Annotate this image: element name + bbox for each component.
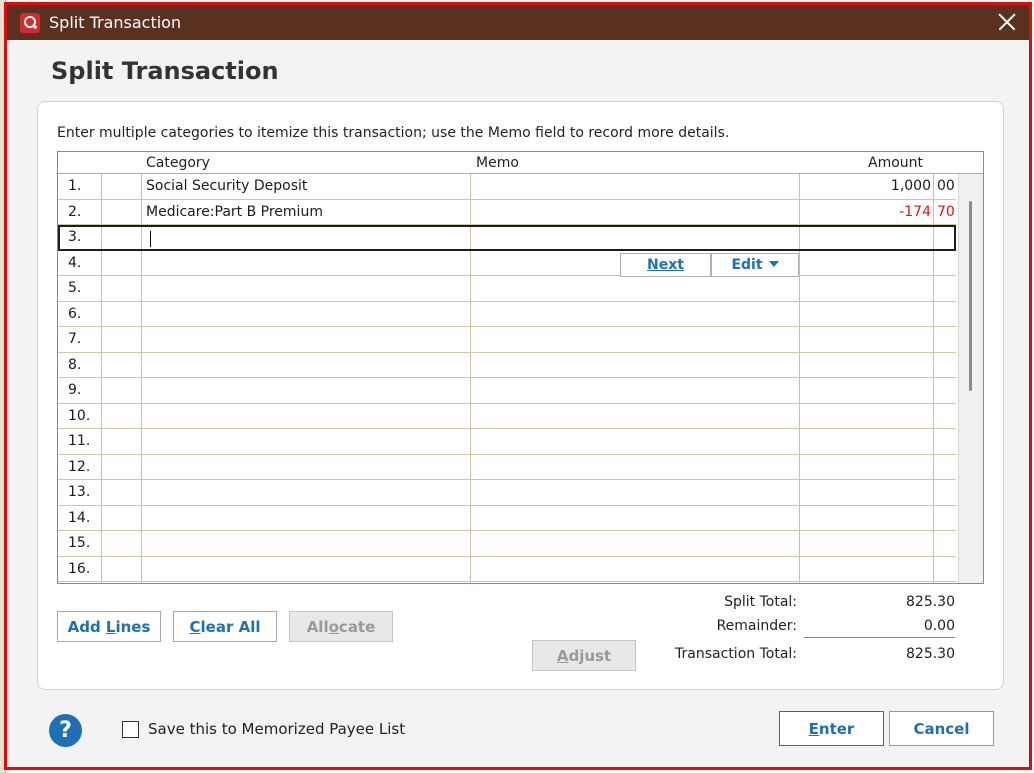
close-icon[interactable]	[994, 9, 1020, 35]
enter-button[interactable]: Enter	[779, 711, 884, 746]
split-transaction-window: Split Transaction Split Transaction Ente…	[4, 2, 1032, 770]
table-row[interactable]: 11.	[58, 429, 956, 455]
row-number: 10.	[68, 407, 91, 424]
table-row[interactable]: 10.	[58, 404, 956, 429]
edit-label: Edit	[731, 257, 763, 273]
text-caret	[150, 231, 151, 247]
clear-all-button[interactable]: Clear All	[173, 611, 277, 642]
table-row[interactable]: 16.	[58, 557, 956, 582]
split-grid: Category Memo Amount 1. Social Security D…	[57, 151, 984, 584]
table-row[interactable]: 12.	[58, 455, 956, 480]
row-number: 16.	[68, 560, 91, 577]
table-row[interactable]: 5.	[58, 276, 956, 302]
amount-dollars-cell: 1,000	[890, 178, 931, 194]
transaction-total-value: 825.30	[906, 646, 955, 662]
row-number: 12.	[68, 458, 91, 475]
remainder-value: 0.00	[923, 618, 955, 634]
row-number: 2.	[68, 203, 82, 220]
allocate-label: Allocate	[306, 618, 376, 636]
table-row[interactable]: 7.	[58, 327, 956, 353]
row-number: 14.	[68, 509, 91, 526]
split-total-label: Split Total:	[724, 594, 797, 610]
transaction-total-label: Transaction Total:	[675, 646, 797, 662]
table-row[interactable]: 4.	[58, 251, 956, 276]
row-number: 8.	[68, 356, 82, 373]
amount-cents-cell: 00	[937, 178, 955, 194]
totals-divider	[804, 637, 955, 638]
table-row[interactable]: 9.	[58, 378, 956, 404]
category-cell: Social Security Deposit	[146, 178, 308, 194]
table-row[interactable]: 15.	[58, 531, 956, 557]
memorize-payee-checkbox[interactable]	[122, 721, 139, 738]
add-lines-label: Add Lines	[67, 618, 151, 636]
row-number: 13.	[68, 484, 91, 500]
scrollbar-thumb[interactable]	[969, 201, 972, 391]
selected-row-outline[interactable]	[58, 225, 956, 251]
table-row[interactable]: 14.	[58, 506, 956, 531]
add-lines-button[interactable]: Add Lines	[57, 611, 161, 642]
allocate-button[interactable]: Allocate	[289, 611, 393, 642]
row-number: 7.	[68, 331, 82, 347]
row-number: 4.	[68, 254, 82, 271]
category-header[interactable]: Category	[146, 155, 210, 171]
row-number: 9.	[68, 382, 82, 398]
next-label: Next	[647, 257, 684, 273]
amount-header[interactable]: Amount	[868, 155, 923, 171]
grid-header: Category Memo Amount	[58, 152, 983, 174]
edit-menu-button[interactable]: Edit	[711, 253, 799, 277]
remainder-label: Remainder:	[716, 618, 797, 634]
dropdown-arrow-icon	[768, 261, 779, 267]
row-number: 6.	[68, 305, 82, 322]
memorize-payee-label[interactable]: Save this to Memorized Payee List	[148, 720, 405, 738]
row-number: 5.	[68, 280, 82, 296]
row-number: 11.	[68, 433, 91, 449]
instruction-text: Enter multiple categories to itemize thi…	[57, 125, 730, 141]
dialog-heading: Split Transaction	[51, 57, 279, 85]
amount-dollars-cell: -174	[899, 203, 931, 220]
cancel-button[interactable]: Cancel	[889, 711, 994, 746]
enter-label: Enter	[808, 720, 855, 738]
row-number: 1.	[68, 178, 82, 194]
cancel-label: Cancel	[913, 720, 970, 738]
split-total-value: 825.30	[906, 594, 955, 610]
grid-scrollbar[interactable]	[958, 174, 983, 583]
amount-cents-cell: 70	[937, 203, 955, 220]
window-title: Split Transaction	[49, 13, 182, 32]
table-row[interactable]: 8.	[58, 353, 956, 378]
row-number: 15.	[68, 535, 91, 551]
table-row[interactable]: 6.	[58, 302, 956, 327]
help-icon[interactable]: ?	[49, 714, 82, 747]
split-panel: Enter multiple categories to itemize thi…	[37, 101, 1004, 690]
table-row[interactable]: 1. Social Security Deposit 1,000 00	[58, 174, 956, 200]
clear-all-label: Clear All	[189, 618, 261, 636]
next-button[interactable]: Next	[620, 253, 711, 277]
title-bar: Split Transaction	[7, 5, 1029, 40]
table-row[interactable]: 13.	[58, 480, 956, 506]
category-cell: Medicare:Part B Premium	[146, 203, 323, 220]
memo-header[interactable]: Memo	[476, 155, 519, 171]
quicken-logo-icon	[20, 13, 40, 33]
table-row[interactable]: 2. Medicare:Part B Premium -174 70	[58, 200, 956, 225]
